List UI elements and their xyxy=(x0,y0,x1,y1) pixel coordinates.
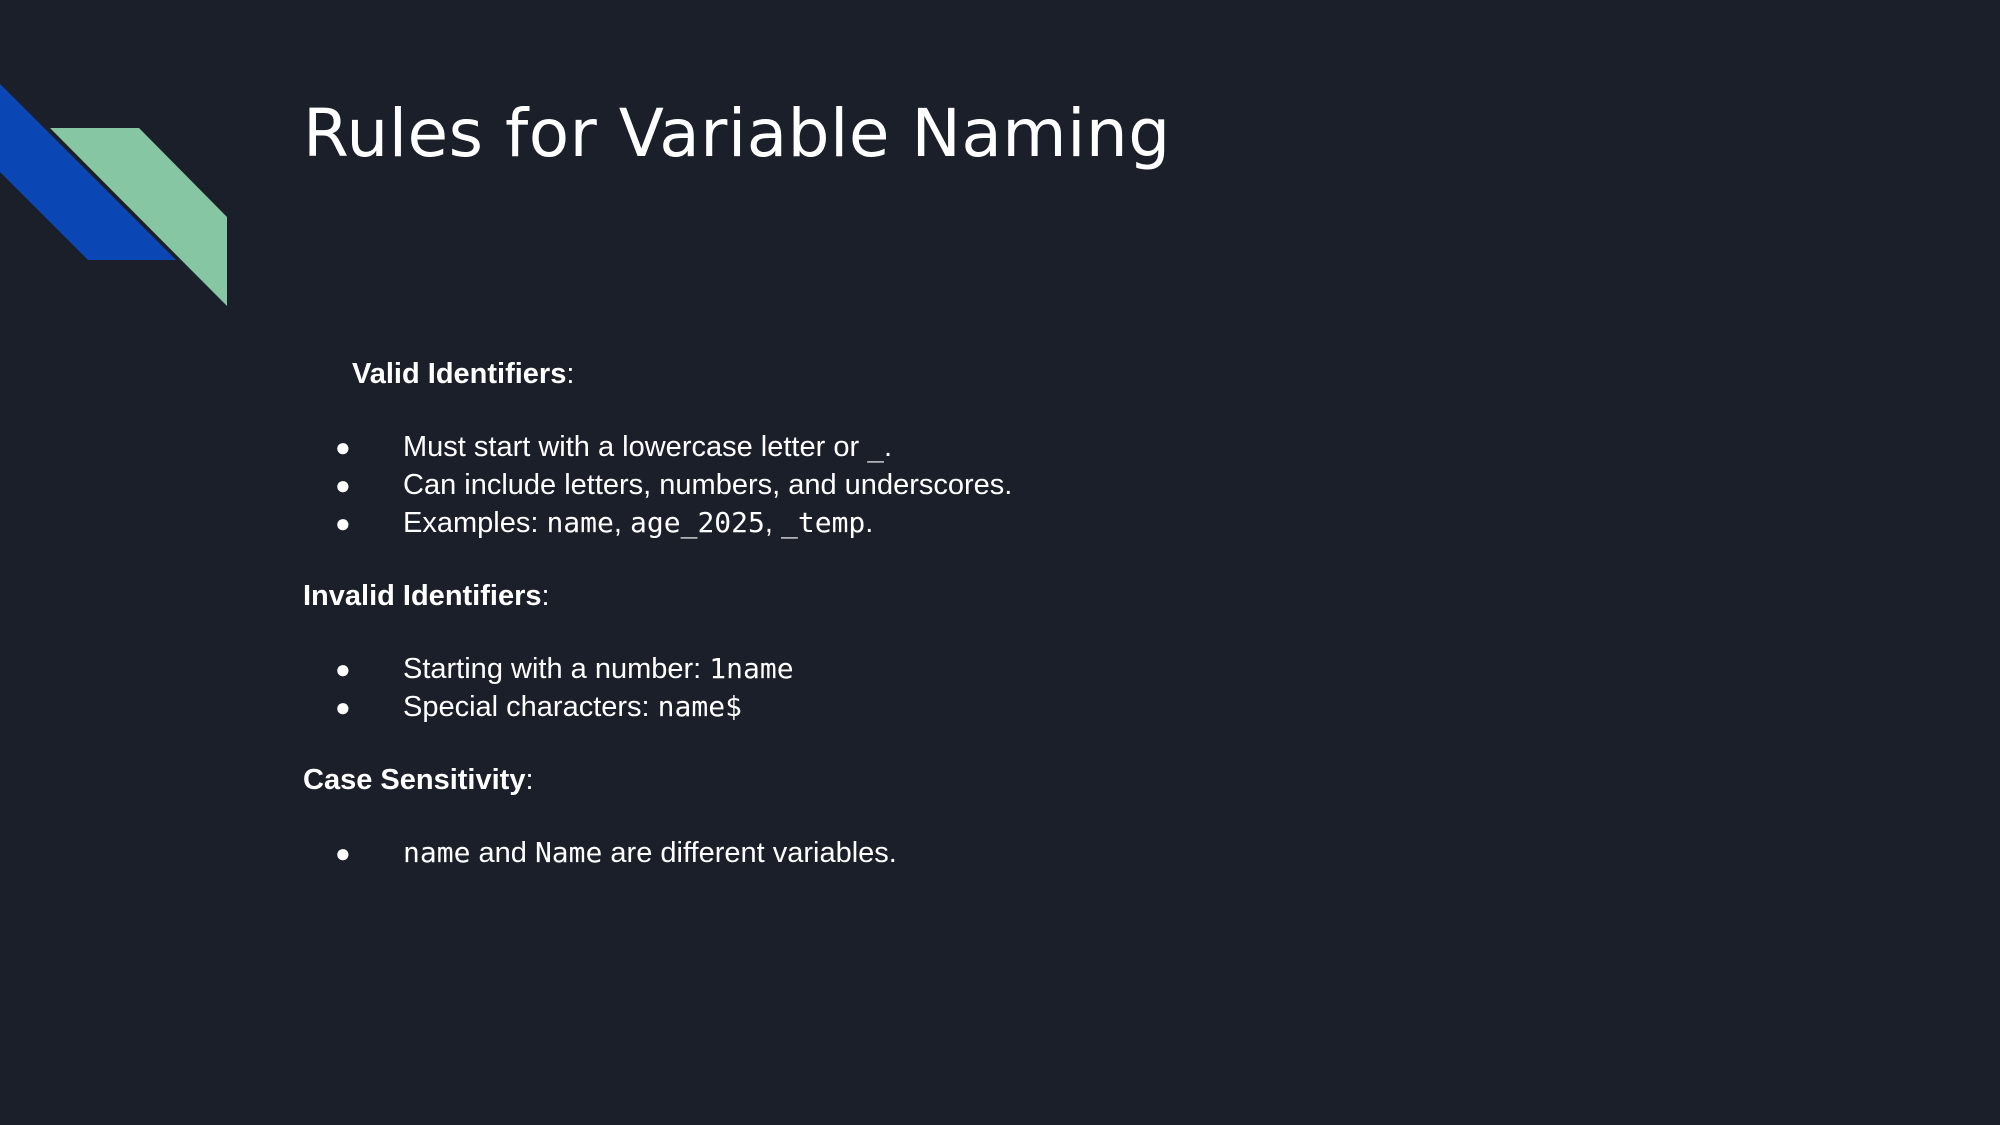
section-heading-label: Invalid Identifiers xyxy=(303,580,542,612)
bullet-item: ● Examples: name, age_2025, _temp. xyxy=(303,504,1703,542)
section-heading: Valid Identifiers: xyxy=(303,355,1703,393)
code-snippet: _ xyxy=(867,430,885,463)
bullet-dot-icon: ● xyxy=(335,470,351,500)
code-snippet: name$ xyxy=(657,690,742,723)
bullet-list: ● name and Name are different variables. xyxy=(303,834,1703,872)
section-heading-colon: : xyxy=(566,358,575,390)
bullet-dot-icon: ● xyxy=(335,508,351,538)
bullet-dot-icon: ● xyxy=(335,692,351,722)
bullet-list: ● Starting with a number: 1name ● Special c… xyxy=(303,650,1703,726)
slide-title: Rules for Variable Naming xyxy=(303,95,1171,172)
bullet-dot-icon: ● xyxy=(335,654,351,684)
section-heading-colon: : xyxy=(541,580,550,612)
bullet-text: , xyxy=(613,507,631,539)
section-heading: Case Sensitivity: xyxy=(303,761,1703,799)
bullet-text: . xyxy=(884,431,893,463)
bullet-text: , xyxy=(764,507,781,539)
code-snippet: age_2025 xyxy=(630,506,765,539)
corner-decoration xyxy=(0,84,227,306)
code-snippet: 1name xyxy=(709,652,794,685)
code-snippet: _temp xyxy=(781,506,866,539)
section-heading-colon: : xyxy=(525,764,534,796)
code-snippet: Name xyxy=(534,836,603,869)
bullet-text: are different variables. xyxy=(602,837,897,869)
bullet-item: ● Special characters: name$ xyxy=(303,688,1703,726)
section-heading: Invalid Identifiers: xyxy=(303,577,1703,615)
slide: Rules for Variable Naming Valid Identifi… xyxy=(0,0,2000,1125)
bullet-text: Must start with a lowercase letter or xyxy=(403,431,868,463)
bullet-text: Can include letters, numbers, and unders… xyxy=(403,469,1013,501)
section-heading-label: Valid Identifiers xyxy=(352,358,567,390)
bullet-text: and xyxy=(470,837,535,869)
bullet-dot-icon: ● xyxy=(335,838,351,868)
section-heading-label: Case Sensitivity xyxy=(303,764,526,796)
bullet-item: ● Can include letters, numbers, and under… xyxy=(303,466,1703,504)
bullet-text: Examples: xyxy=(403,507,547,539)
bullet-item: ● name and Name are different variables. xyxy=(303,834,1703,872)
bullet-text: Special characters: xyxy=(403,691,658,723)
bullet-item: ● Starting with a number: 1name xyxy=(303,650,1703,688)
bullet-text: . xyxy=(865,507,874,539)
bullet-text: Starting with a number: xyxy=(403,653,710,685)
slide-body: Valid Identifiers: ● Must start with a low… xyxy=(303,355,1703,907)
code-snippet: name xyxy=(546,506,614,539)
bullet-dot-icon: ● xyxy=(335,432,351,462)
bullet-item: ● Must start with a lowercase letter or _… xyxy=(303,428,1703,466)
bullet-list: ● Must start with a lowercase letter or _… xyxy=(303,428,1703,542)
code-snippet: name xyxy=(403,836,471,869)
